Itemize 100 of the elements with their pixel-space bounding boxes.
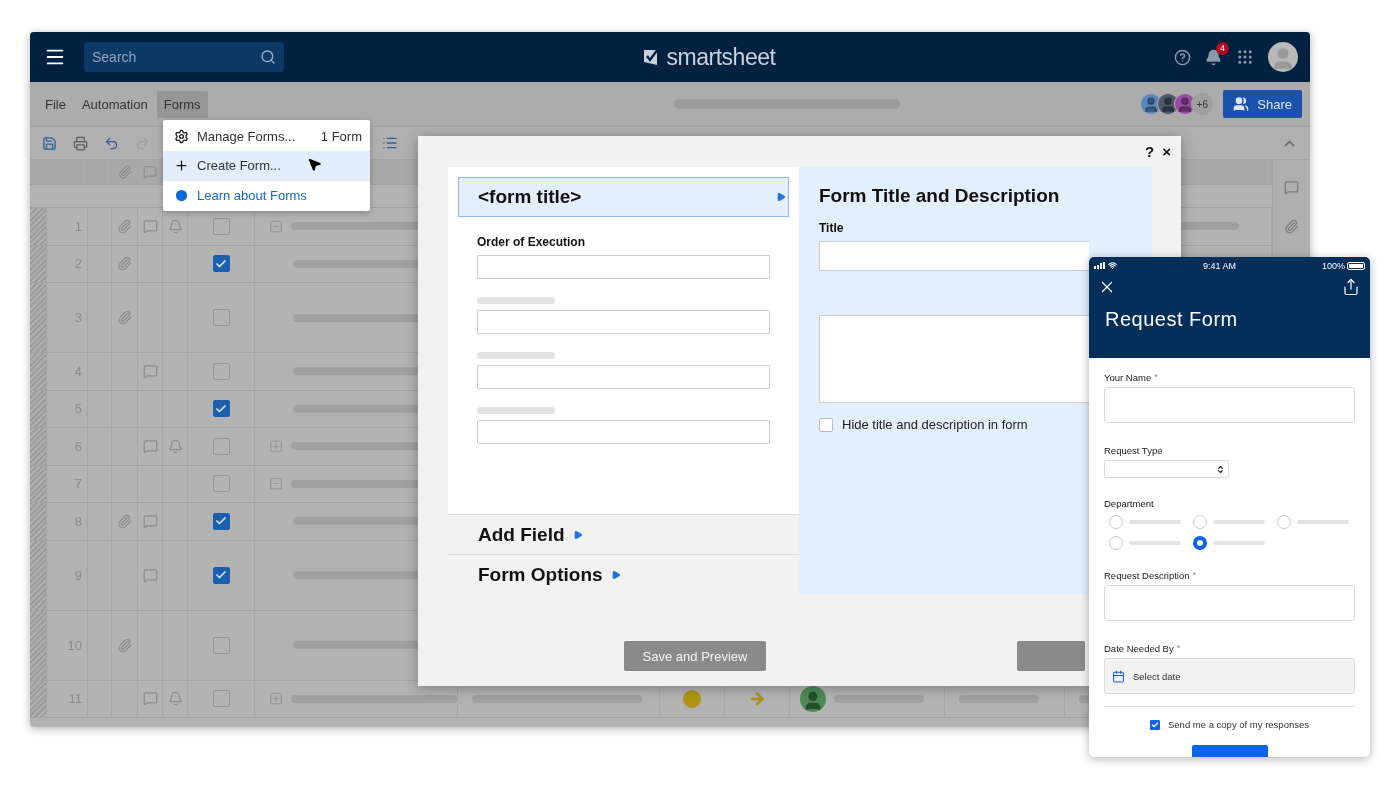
status-time: 9:41 AM — [1202, 260, 1236, 271]
caret-icon — [776, 192, 786, 202]
form-title-item[interactable]: <form title> — [458, 177, 789, 217]
comment-icon[interactable] — [142, 438, 158, 454]
help-button[interactable]: ? — [1145, 143, 1155, 160]
radio-button[interactable] — [1193, 536, 1207, 550]
section-toggle[interactable]: Form Options — [448, 554, 799, 594]
input-field[interactable] — [477, 420, 770, 444]
row-handle[interactable] — [30, 283, 47, 352]
row-handle[interactable] — [30, 390, 47, 427]
row-handle[interactable] — [30, 465, 47, 502]
bell-icon[interactable] — [167, 218, 183, 234]
select-field[interactable] — [1104, 460, 1229, 478]
section-toggle[interactable]: Add Field — [448, 514, 799, 554]
row-handle[interactable] — [30, 353, 47, 390]
row-handle[interactable] — [30, 428, 47, 465]
menu-item[interactable]: Forms — [156, 90, 208, 118]
input-field[interactable] — [477, 310, 770, 334]
search-icon[interactable] — [260, 49, 276, 65]
required-mark: * — [1176, 643, 1181, 655]
submit-button[interactable] — [1191, 745, 1268, 757]
input-field[interactable] — [477, 255, 770, 279]
caret-icon — [610, 569, 621, 580]
arrow-icon — [748, 689, 766, 708]
menu-item[interactable]: Automation — [74, 90, 155, 118]
undo-icon[interactable] — [104, 135, 119, 151]
logo-text: smartsheet — [666, 43, 776, 71]
assignee-avatar — [800, 685, 826, 712]
close-button[interactable]: × — [1162, 143, 1171, 160]
check-icon — [215, 402, 227, 415]
checkbox-label: Hide title and description in form — [842, 417, 1028, 432]
description-field[interactable] — [819, 315, 1089, 403]
menu-item[interactable]: Manage Forms... 1 Form — [163, 122, 370, 151]
cursor-icon — [307, 157, 322, 172]
checkbox[interactable] — [212, 400, 230, 418]
row-handle[interactable] — [30, 680, 47, 717]
comments-panel-icon[interactable] — [1284, 180, 1299, 195]
input-field[interactable] — [477, 365, 770, 389]
row-handle[interactable] — [30, 503, 47, 540]
bell-icon[interactable] — [167, 691, 183, 707]
checkbox[interactable] — [1150, 719, 1160, 730]
required-mark: * — [1192, 570, 1197, 582]
attachment-icon[interactable] — [117, 256, 132, 272]
row-handle[interactable] — [30, 540, 47, 610]
dialog-button[interactable] — [1017, 641, 1085, 671]
checkbox[interactable] — [212, 362, 230, 380]
menu-item[interactable]: Create Form... — [163, 151, 370, 180]
save-icon[interactable] — [42, 135, 57, 151]
attachment-icon[interactable] — [117, 310, 132, 325]
radio-button[interactable] — [1277, 515, 1291, 529]
checkbox[interactable] — [212, 566, 230, 584]
checkbox[interactable] — [212, 309, 230, 326]
checkbox[interactable] — [212, 690, 230, 708]
search-field[interactable]: Search — [84, 42, 284, 72]
calendar-icon — [1112, 669, 1125, 683]
field-label: Request Type — [1104, 445, 1163, 456]
apps-icon[interactable] — [1236, 48, 1254, 66]
comment-icon[interactable] — [142, 691, 158, 707]
notifications-icon[interactable] — [1205, 48, 1222, 66]
date-field[interactable]: Select date — [1104, 658, 1355, 694]
text-area[interactable] — [1104, 585, 1355, 621]
share-icon[interactable] — [1342, 278, 1360, 296]
checkbox[interactable] — [212, 255, 230, 273]
status-dot — [683, 689, 701, 708]
attachment-icon[interactable] — [117, 637, 132, 653]
radio-button[interactable] — [1109, 515, 1123, 529]
row-handle[interactable] — [30, 610, 47, 680]
checkbox[interactable] — [212, 437, 230, 455]
checkbox[interactable] — [212, 475, 230, 493]
checkbox[interactable] — [212, 512, 230, 530]
updown-icon — [1216, 464, 1225, 474]
title-field[interactable] — [819, 241, 1089, 271]
attachments-panel-icon[interactable] — [1284, 219, 1299, 234]
bell-icon[interactable] — [167, 438, 183, 454]
attachment-icon[interactable] — [117, 513, 132, 529]
comment-icon[interactable] — [142, 567, 158, 583]
menu-item[interactable]: File — [38, 90, 73, 118]
comment-icon — [143, 165, 157, 179]
radio-button[interactable] — [1193, 515, 1207, 529]
user-avatar[interactable] — [1268, 42, 1298, 72]
more-collaborators: +6 — [1191, 93, 1214, 115]
comment-icon[interactable] — [142, 218, 158, 234]
row-handle[interactable] — [30, 208, 47, 245]
share-button[interactable]: Share — [1223, 90, 1302, 118]
print-icon[interactable] — [73, 135, 88, 151]
field-label: Department — [1104, 498, 1154, 509]
radio-button[interactable] — [1109, 536, 1123, 550]
caret-icon — [572, 529, 583, 540]
attachment-icon — [117, 165, 132, 179]
menu-item[interactable]: Learn about Forms — [163, 180, 370, 209]
row-handle[interactable] — [30, 245, 47, 282]
input-field[interactable] — [1104, 387, 1355, 423]
checkbox[interactable] — [212, 217, 230, 235]
help-icon[interactable] — [1174, 48, 1191, 66]
checkbox[interactable] — [212, 636, 230, 654]
comment-icon[interactable] — [142, 363, 158, 379]
checkbox[interactable] — [819, 417, 833, 432]
comment-icon[interactable] — [142, 513, 158, 529]
field-label: Your Name — [1104, 372, 1152, 383]
attachment-icon[interactable] — [117, 218, 132, 234]
